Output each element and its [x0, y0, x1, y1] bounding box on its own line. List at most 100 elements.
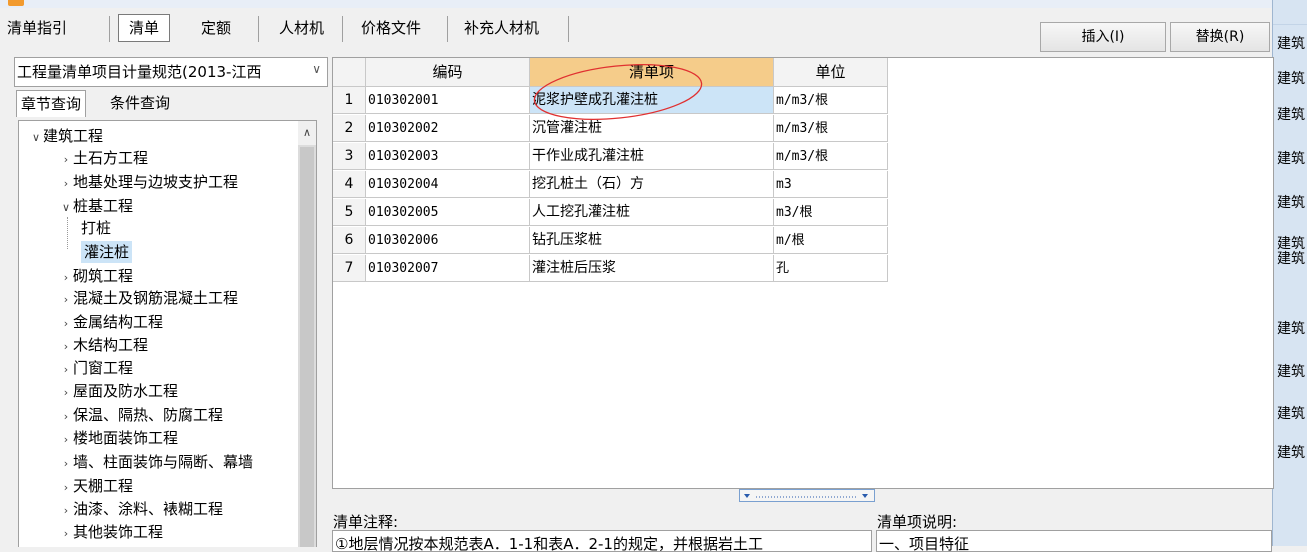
cell-code[interactable]: 010302002 — [366, 115, 530, 142]
tab-quota[interactable]: 定额 — [201, 14, 231, 42]
chevron-right-icon[interactable]: › — [59, 406, 73, 428]
background-list-item[interactable]: 建筑 — [1277, 403, 1307, 423]
tab-chapter-query[interactable]: 章节查询 — [16, 90, 87, 117]
bill-notes-box[interactable]: ①地层情况按本规范表A．1-1和表A．2-1的规定，并根据岩土工 — [332, 530, 872, 552]
chevron-right-icon[interactable]: › — [59, 289, 73, 311]
splitter-handle-icon — [744, 494, 868, 498]
tab-separator — [109, 16, 110, 42]
chevron-right-icon[interactable]: › — [59, 382, 73, 404]
panel-splitter[interactable] — [739, 489, 875, 502]
tab-condition-query[interactable]: 条件查询 — [106, 90, 174, 116]
background-list: 建筑 建筑 建筑 建筑 建筑 建筑 建筑 建筑 建筑 建筑 建筑 — [1272, 0, 1307, 546]
tree-node[interactable]: › 木结构工程 — [59, 334, 148, 356]
chevron-right-icon[interactable]: › — [59, 429, 73, 451]
cell-code[interactable]: 010302004 — [366, 171, 530, 198]
tree-node-leaf[interactable]: 打桩 — [81, 217, 111, 239]
tree-node[interactable]: › 门窗工程 — [59, 357, 133, 379]
cell-code[interactable]: 010302005 — [366, 199, 530, 226]
tab-labor-material[interactable]: 人材机 — [279, 14, 324, 42]
spec-dropdown[interactable]: 工程量清单项目计量规范(2013-江西 ∨ — [14, 57, 328, 87]
cell-item-name[interactable]: 人工挖孔灌注桩 — [530, 199, 774, 226]
row-number[interactable]: 5 — [333, 199, 366, 226]
tab-separator — [342, 16, 343, 42]
row-number[interactable]: 7 — [333, 255, 366, 282]
chevron-right-icon[interactable]: › — [59, 173, 73, 195]
app-icon — [8, 0, 24, 6]
tree-node[interactable]: › 屋面及防水工程 — [59, 380, 178, 402]
chevron-down-icon[interactable]: ∨ — [59, 197, 73, 219]
cell-unit[interactable]: m3/根 — [774, 199, 888, 226]
tab-bill[interactable]: 清单 — [118, 14, 171, 42]
cell-unit[interactable]: m/m3/根 — [774, 87, 888, 114]
chevron-right-icon[interactable]: › — [59, 453, 73, 475]
tree-scrollbar-thumb[interactable] — [300, 147, 314, 547]
tree-node[interactable]: › 保温、隔热、防腐工程 — [59, 404, 223, 426]
cell-code[interactable]: 010302007 — [366, 255, 530, 282]
cell-unit[interactable]: m/根 — [774, 227, 888, 254]
chevron-right-icon[interactable]: › — [59, 336, 73, 358]
tree-node[interactable]: › 砌筑工程 — [59, 265, 133, 287]
background-list-item[interactable]: 建筑 — [1277, 33, 1307, 53]
insert-button[interactable]: 插入(I) — [1040, 22, 1166, 52]
cell-code[interactable]: 010302003 — [366, 143, 530, 170]
background-list-item[interactable]: 建筑 — [1277, 318, 1307, 338]
tab-bill-guide[interactable]: 清单指引 — [7, 14, 67, 42]
tree-node[interactable]: ∨ 桩基工程 — [59, 195, 133, 217]
tree-node[interactable]: › 墙、柱面装饰与隔断、幕墙 — [59, 451, 253, 473]
chevron-right-icon[interactable]: › — [59, 359, 73, 381]
cell-item-name[interactable]: 挖孔桩土（石）方 — [530, 171, 774, 198]
tab-supplement-material[interactable]: 补充人材机 — [464, 14, 539, 42]
bill-table: 编码 清单项 单位 1 010302001 泥浆护壁成孔灌注桩 m/m3/根 2 0103… — [332, 57, 1274, 489]
row-number[interactable]: 6 — [333, 227, 366, 254]
title-strip — [0, 0, 1307, 8]
tree-node[interactable]: › 天棚工程 — [59, 475, 133, 497]
cell-code[interactable]: 010302006 — [366, 227, 530, 254]
annotation-ellipse — [533, 64, 703, 120]
bill-notes-text: ①地层情况按本规范表A．1-1和表A．2-1的规定，并根据岩土工 — [335, 535, 763, 552]
background-list-item[interactable]: 建筑 — [1277, 192, 1307, 212]
tree-node-root[interactable]: ∨ 建筑工程 — [29, 125, 103, 147]
chevron-right-icon[interactable]: › — [59, 477, 73, 499]
chevron-right-icon[interactable]: › — [59, 149, 73, 171]
chevron-right-icon[interactable]: › — [59, 500, 73, 522]
cell-unit[interactable]: m/m3/根 — [774, 143, 888, 170]
row-number[interactable]: 3 — [333, 143, 366, 170]
background-list-item[interactable]: 建筑 — [1277, 68, 1307, 88]
tree-node[interactable]: › 金属结构工程 — [59, 311, 163, 333]
background-list-item[interactable]: 建筑 — [1277, 442, 1307, 462]
chevron-down-icon[interactable]: ∨ — [312, 62, 321, 76]
chevron-right-icon[interactable]: › — [59, 267, 73, 289]
tree-node[interactable]: › 楼地面装饰工程 — [59, 427, 178, 449]
tree-node[interactable]: › 地基处理与边坡支护工程 — [59, 171, 238, 193]
chapter-tree: ∨ 建筑工程 › 土石方工程 › 地基处理与边坡支护工程 ∨ 桩基工程 打桩 灌注桩 ›… — [18, 120, 317, 547]
tree-node[interactable]: › 油漆、涂料、裱糊工程 — [59, 498, 223, 520]
background-list-item[interactable]: 建筑 — [1277, 248, 1307, 268]
tab-price-file[interactable]: 价格文件 — [361, 14, 421, 42]
background-list-item[interactable]: 建筑 — [1277, 361, 1307, 381]
item-description-label: 清单项说明: — [877, 513, 958, 531]
cell-code[interactable]: 010302001 — [366, 87, 530, 114]
tree-node-leaf-selected[interactable]: 灌注桩 — [81, 241, 133, 263]
cell-item-name[interactable]: 灌注桩后压浆 — [530, 255, 774, 282]
cell-item-name[interactable]: 干作业成孔灌注桩 — [530, 143, 774, 170]
background-list-item[interactable]: 建筑 — [1277, 148, 1307, 168]
tree-node[interactable]: › 土石方工程 — [59, 147, 148, 169]
chevron-up-icon[interactable]: ∧ — [298, 121, 316, 145]
item-description-box[interactable]: 一、项目特征 — [876, 530, 1272, 552]
cell-unit[interactable]: m/m3/根 — [774, 115, 888, 142]
cell-unit[interactable]: 孔 — [774, 255, 888, 282]
cell-item-name[interactable]: 钻孔压浆桩 — [530, 227, 774, 254]
row-number[interactable]: 1 — [333, 87, 366, 114]
background-list-item[interactable]: 建筑 — [1277, 104, 1307, 124]
column-header-code[interactable]: 编码 — [366, 58, 530, 87]
column-header-unit[interactable]: 单位 — [774, 58, 888, 87]
chevron-right-icon[interactable]: › — [59, 313, 73, 335]
tree-node[interactable]: › 其他装饰工程 — [59, 521, 163, 543]
chevron-right-icon[interactable]: › — [59, 523, 73, 545]
row-number[interactable]: 4 — [333, 171, 366, 198]
row-number[interactable]: 2 — [333, 115, 366, 142]
replace-button[interactable]: 替换(R) — [1170, 22, 1270, 52]
cell-unit[interactable]: m3 — [774, 171, 888, 198]
chevron-down-icon[interactable]: ∨ — [29, 127, 43, 149]
tree-node[interactable]: › 混凝土及钢筋混凝土工程 — [59, 287, 238, 309]
